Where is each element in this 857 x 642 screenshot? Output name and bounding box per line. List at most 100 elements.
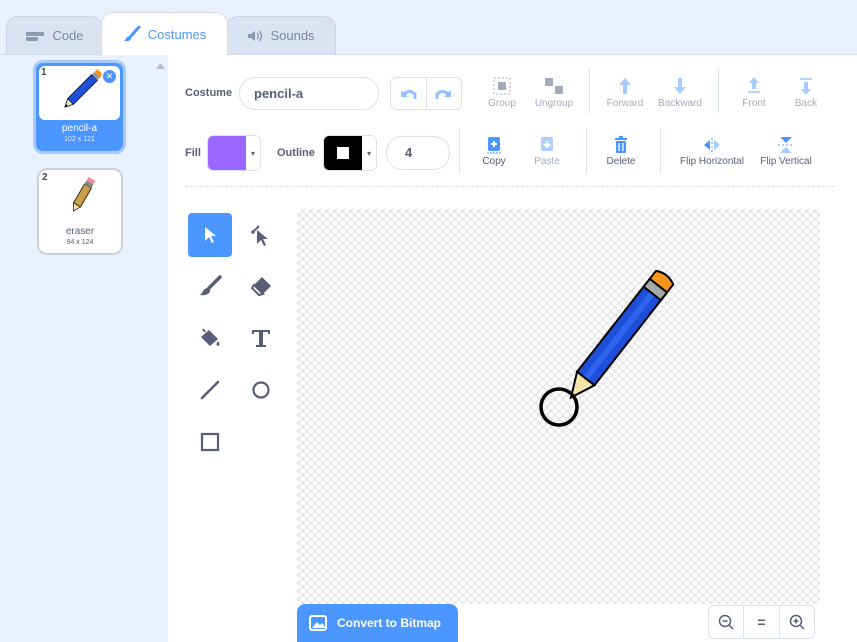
fill-color-swatch <box>208 136 246 170</box>
costume-item-pencil-a[interactable]: 1 ✕ pencil-a 102 x 121 <box>33 60 126 154</box>
text-tool-icon <box>252 330 270 347</box>
trash-icon <box>615 136 627 153</box>
tool-eraser[interactable] <box>239 264 283 308</box>
tool-text[interactable] <box>239 316 283 360</box>
redo-icon <box>435 89 451 99</box>
speaker-icon <box>248 30 263 41</box>
tool-reshape[interactable] <box>239 213 283 257</box>
copy-button[interactable]: Copy <box>476 136 512 167</box>
toolbar-divider <box>718 68 719 113</box>
front-icon <box>748 77 760 93</box>
costume-item-eraser[interactable]: 2 eraser 94 x 124 <box>37 168 123 255</box>
costume-number: 1 <box>41 67 47 78</box>
toolbar-divider <box>586 128 587 174</box>
fill-color-picker[interactable]: ▾ <box>207 135 261 171</box>
copy-icon <box>487 137 501 154</box>
flip-vertical-label: Flip Vertical <box>760 156 812 167</box>
forward-button[interactable]: Forward <box>603 76 647 109</box>
flip-horizontal-label: Flip Horizontal <box>680 156 744 167</box>
scroll-up-icon[interactable] <box>156 63 165 69</box>
drawing-canvas[interactable] <box>297 209 820 604</box>
toolbar-divider <box>589 68 590 113</box>
costume-name-input[interactable]: pencil-a <box>239 77 379 110</box>
tool-brush[interactable] <box>188 264 232 308</box>
eraser-thumbnail-icon <box>72 176 96 212</box>
zoom-in-button[interactable] <box>780 606 814 638</box>
tool-fill[interactable] <box>188 316 232 360</box>
group-label: Group <box>488 98 516 109</box>
flip-vertical-button[interactable]: Flip Vertical <box>755 136 817 167</box>
brush-tool-icon <box>200 275 222 296</box>
tab-sounds[interactable]: Sounds <box>226 16 336 54</box>
tab-bar: Code Sounds Costumes <box>0 0 857 55</box>
convert-to-bitmap-button[interactable]: Convert to Bitmap <box>297 604 458 642</box>
copy-label: Copy <box>482 156 506 167</box>
ungroup-button[interactable]: Ungroup <box>531 76 577 109</box>
costume-size: 94 x 124 <box>66 239 94 246</box>
backward-icon <box>674 78 686 94</box>
costume-name: pencil-a <box>61 123 98 134</box>
backward-button[interactable]: Backward <box>654 76 706 109</box>
back-label: Back <box>794 98 818 109</box>
undo-icon <box>401 89 417 99</box>
select-arrow-icon <box>205 227 216 243</box>
back-icon <box>800 78 812 95</box>
backward-label: Backward <box>658 98 702 109</box>
convert-to-bitmap-label: Convert to Bitmap <box>337 616 442 630</box>
tab-code[interactable]: Code <box>6 16 103 54</box>
toolbar-divider <box>660 128 661 174</box>
group-icon <box>493 77 511 95</box>
costume-size: 102 x 121 <box>64 136 95 143</box>
delete-costume-button[interactable]: ✕ <box>101 68 118 85</box>
fill-label: Fill <box>185 147 201 159</box>
tab-costumes[interactable]: Costumes <box>101 12 228 55</box>
costume-name: eraser <box>65 226 95 237</box>
paste-label: Paste <box>534 156 560 167</box>
tool-circle[interactable] <box>239 368 283 412</box>
outline-label: Outline <box>277 147 315 159</box>
undo-button[interactable] <box>391 78 427 109</box>
circle-tool-icon <box>252 381 270 399</box>
tab-costumes-label: Costumes <box>147 26 207 42</box>
outline-width-input[interactable]: 4 <box>386 136 450 170</box>
tool-rectangle[interactable] <box>188 420 232 464</box>
chevron-down-icon: ▾ <box>366 148 371 158</box>
costume-name-label: Costume <box>185 87 233 99</box>
costume-number: 2 <box>42 172 48 183</box>
pencil-costume-drawing <box>539 269 675 427</box>
redo-button[interactable] <box>427 78 462 109</box>
flip-horizontal-button[interactable]: Flip Horizontal <box>673 136 751 167</box>
forward-icon <box>619 78 631 94</box>
toolbar-divider <box>459 128 460 174</box>
zoom-reset-button[interactable]: = <box>744 606 780 638</box>
back-button[interactable]: Back <box>788 76 824 109</box>
rectangle-tool-icon <box>200 432 220 452</box>
brush-icon <box>123 26 141 42</box>
zoom-out-icon <box>718 614 734 630</box>
delete-button[interactable]: Delete <box>603 136 639 167</box>
front-button[interactable]: Front <box>736 76 772 109</box>
zoom-controls: = <box>708 605 815 639</box>
zoom-in-icon <box>789 614 805 630</box>
paste-icon <box>541 137 553 151</box>
outline-color-swatch <box>324 136 362 170</box>
outline-color-picker[interactable]: ▾ <box>323 135 377 171</box>
costume-list-scrollbar[interactable] <box>153 55 168 642</box>
chevron-down-icon: ▾ <box>250 148 255 158</box>
ungroup-label: Ungroup <box>534 98 574 109</box>
reshape-icon <box>251 225 268 246</box>
tool-select[interactable] <box>188 213 232 257</box>
tab-code-label: Code <box>52 28 84 43</box>
delete-label: Delete <box>606 156 636 167</box>
flip-vertical-icon <box>778 137 794 153</box>
flip-horizontal-icon <box>704 138 720 152</box>
tool-line[interactable] <box>188 368 232 412</box>
ungroup-icon <box>545 78 563 94</box>
front-label: Front <box>742 98 766 109</box>
paste-button[interactable]: Paste <box>528 136 566 167</box>
forward-label: Forward <box>606 98 644 109</box>
group-button[interactable]: Group <box>483 76 521 109</box>
line-tool-icon <box>200 380 220 400</box>
eraser-tool-icon <box>250 277 271 297</box>
zoom-out-button[interactable] <box>709 606 745 638</box>
